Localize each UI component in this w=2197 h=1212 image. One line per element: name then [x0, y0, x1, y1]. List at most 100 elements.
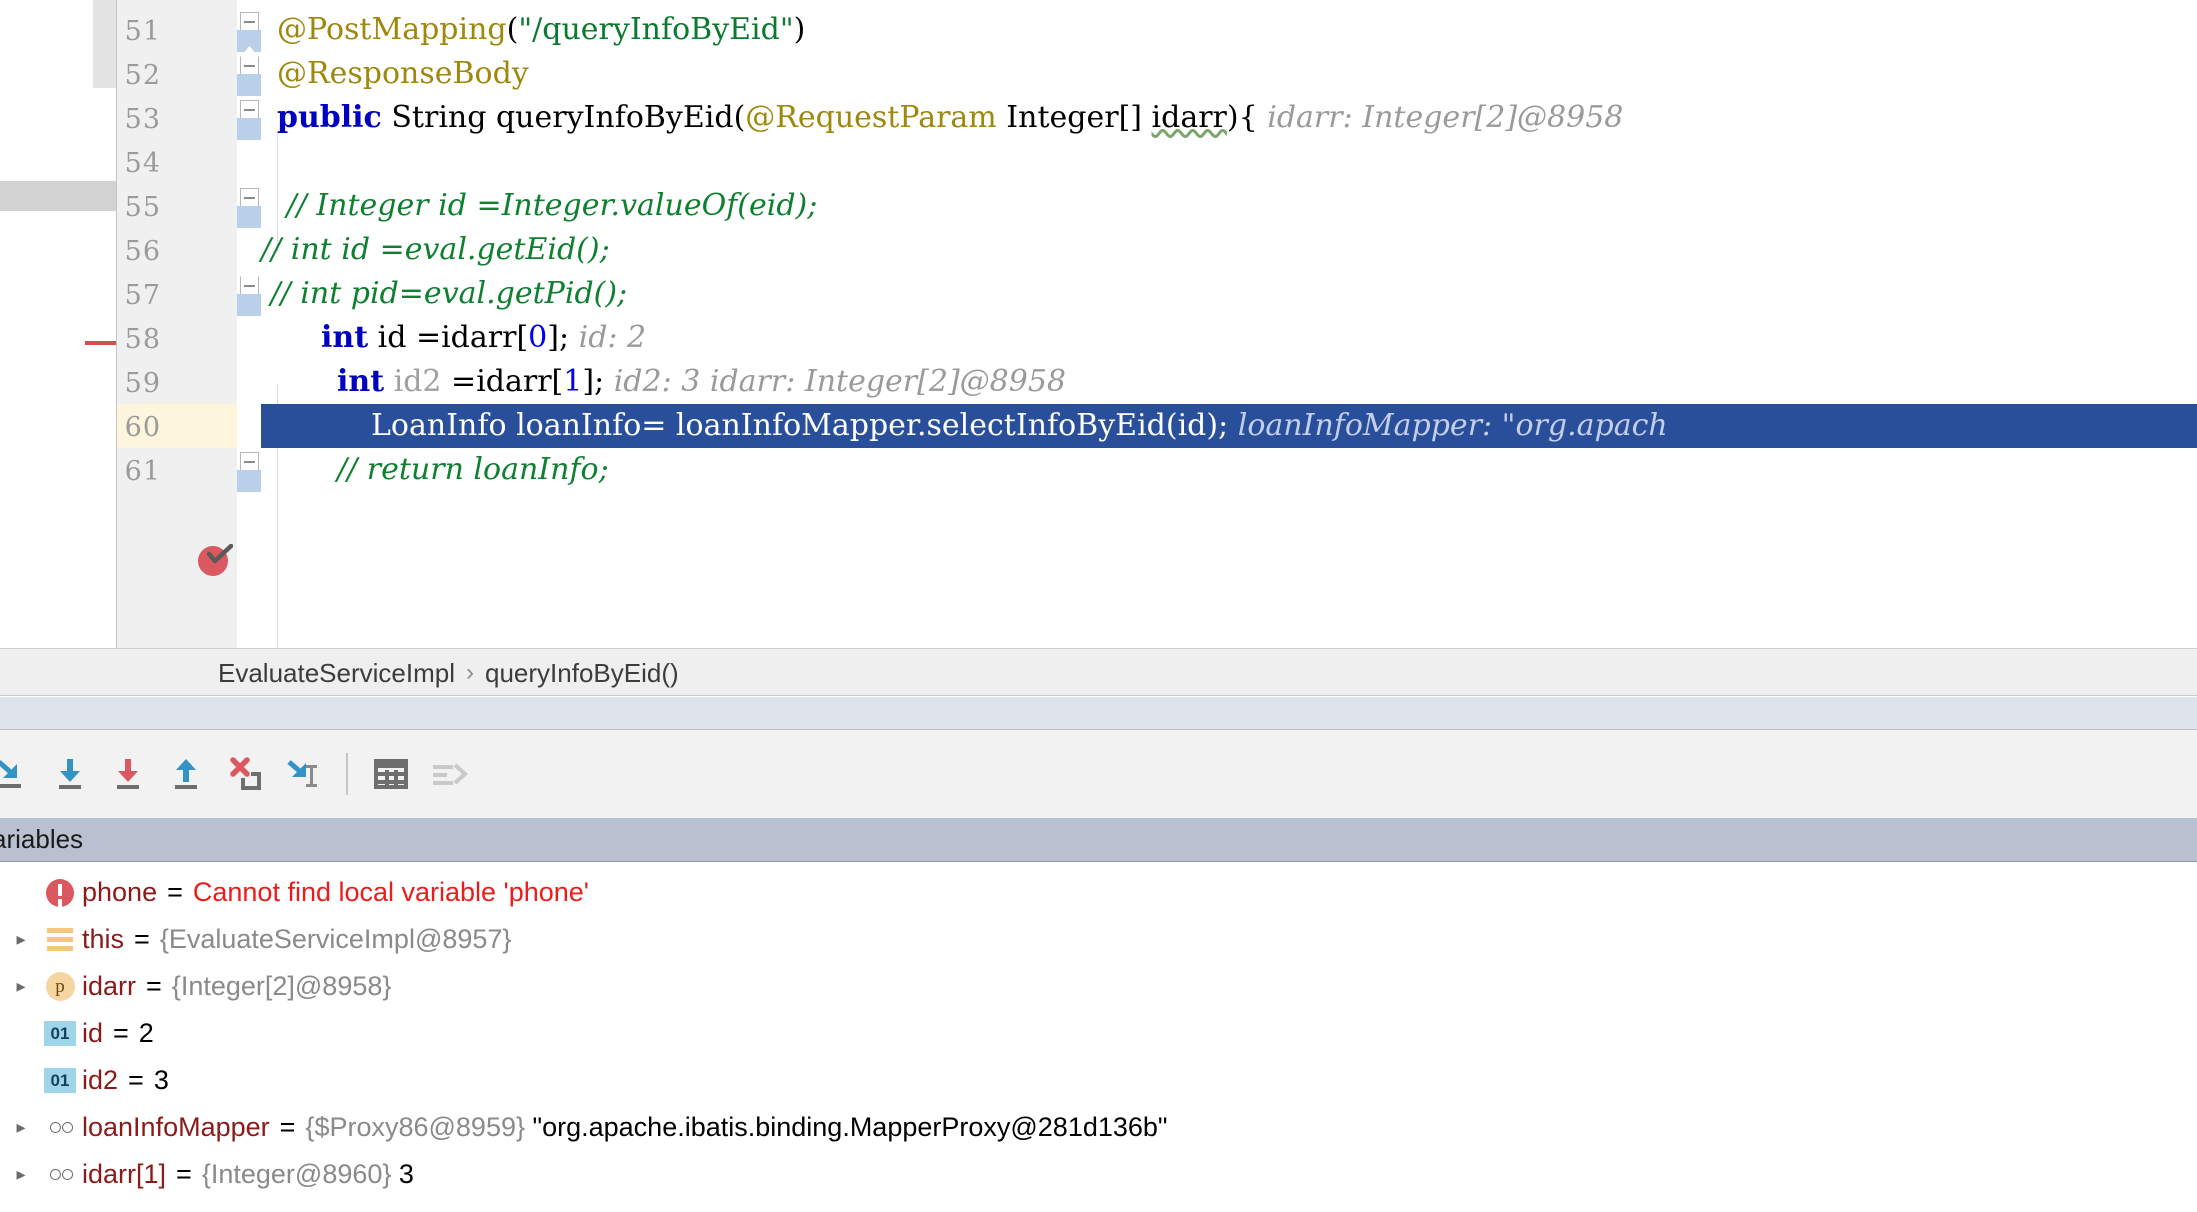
- gutter-line[interactable]: 56: [117, 228, 237, 272]
- breadcrumb-class[interactable]: EvaluateServiceImpl: [218, 658, 455, 689]
- show-execution-point-icon: [429, 754, 469, 794]
- breadcrumb[interactable]: EvaluateServiceImpl › queryInfoByEid(): [0, 648, 2197, 696]
- debugger-toolbar[interactable]: [0, 730, 2197, 818]
- object-reference-icon: ○○: [38, 1113, 82, 1142]
- gutter-line[interactable]: 53: [117, 96, 237, 140]
- panel-gap: [0, 697, 2197, 730]
- code-token: int: [337, 364, 384, 399]
- code-token: String queryInfoByEid(: [382, 100, 745, 135]
- fold-column[interactable]: [237, 0, 261, 648]
- breadcrumb-method[interactable]: queryInfoByEid(): [485, 658, 679, 689]
- fold-collapse-icon[interactable]: [240, 56, 259, 75]
- code-line[interactable]: @ResponseBody: [261, 52, 2197, 96]
- evaluate-expression-icon: [371, 754, 411, 794]
- variable-equals: =: [134, 924, 150, 955]
- drop-frame-button[interactable]: [216, 730, 274, 818]
- fold-collapse-icon[interactable]: [240, 12, 259, 31]
- line-number: 61: [125, 456, 161, 487]
- variable-equals: =: [113, 1018, 129, 1049]
- code-line[interactable]: // int pid=eval.getPid();: [261, 272, 2197, 316]
- variable-row[interactable]: ▸phone=Cannot find local variable 'phone…: [0, 869, 2197, 916]
- show-execution-point-button[interactable]: [420, 730, 478, 818]
- variable-row[interactable]: ▸pidarr={Integer[2]@8958}: [0, 963, 2197, 1010]
- evaluate-expression-button[interactable]: [362, 730, 420, 818]
- gutter-line[interactable]: 57: [117, 272, 237, 316]
- code-token: [384, 364, 394, 399]
- step-over-button[interactable]: [0, 730, 42, 818]
- run-to-cursor-button[interactable]: [274, 730, 332, 818]
- breakpoint-verified-check: [207, 544, 233, 564]
- variable-row[interactable]: ▸○○loanInfoMapper = {$Proxy86@8959} "org.a…: [0, 1104, 2197, 1151]
- gutter-line[interactable]: 60: [117, 404, 237, 448]
- fold-collapse-icon[interactable]: [240, 100, 259, 119]
- code-token: ){: [1227, 100, 1258, 135]
- code-token: // Integer id =Integer.valueOf(eid);: [277, 188, 817, 223]
- fold-collapse-icon[interactable]: [240, 188, 259, 207]
- error-icon: [38, 879, 82, 907]
- gutter-line[interactable]: 51: [117, 8, 237, 52]
- code-line[interactable]: // return loanInfo;: [261, 448, 2197, 492]
- code-token: // int pid=eval.getPid();: [261, 276, 627, 311]
- line-number: 52: [125, 60, 161, 91]
- code-line[interactable]: int id =idarr[0]; id: 2: [261, 316, 2197, 360]
- step-out-button[interactable]: [158, 730, 216, 818]
- code-token: =idarr[: [442, 364, 564, 399]
- this-object-icon: [38, 928, 82, 952]
- toolbar-separator: [346, 753, 348, 795]
- code-line[interactable]: @PostMapping("/queryInfoByEid"): [261, 8, 2197, 52]
- line-number: 59: [125, 368, 161, 399]
- gutter-line[interactable]: 52: [117, 52, 237, 96]
- expand-arrow-icon[interactable]: ▸: [4, 929, 38, 950]
- force-step-into-button[interactable]: [100, 730, 158, 818]
- variable-row[interactable]: ▸this={EvaluateServiceImpl@8957}: [0, 916, 2197, 963]
- fold-region-bar: [237, 118, 261, 140]
- expand-spacer: ▸: [4, 1070, 38, 1091]
- code-line[interactable]: // Integer id =Integer.valueOf(eid);: [261, 184, 2197, 228]
- fold-region-bar: [237, 74, 261, 96]
- step-into-icon: [51, 754, 91, 794]
- variables-panel-header[interactable]: ariables: [0, 818, 2197, 862]
- variable-row[interactable]: ▸○○idarr[1]={Integer@8960} 3: [0, 1151, 2197, 1198]
- variable-row[interactable]: ▸01id=2: [0, 1010, 2197, 1057]
- gutter-line[interactable]: 58: [117, 316, 237, 360]
- gutter-line[interactable]: 55: [117, 184, 237, 228]
- variable-equals: =: [176, 1159, 192, 1190]
- variable-name: idarr: [82, 971, 136, 1002]
- code-line[interactable]: int id2 =idarr[1]; id2: 3 idarr: Integer…: [261, 360, 2197, 404]
- step-into-button[interactable]: [42, 730, 100, 818]
- expand-arrow-icon[interactable]: ▸: [4, 1117, 38, 1138]
- gutter-line[interactable]: 59: [117, 360, 237, 404]
- gutter-line[interactable]: 54: [117, 140, 237, 184]
- inline-debug-hint: id: 2: [569, 320, 646, 355]
- variables-tree[interactable]: ▸phone=Cannot find local variable 'phone…: [0, 863, 2197, 1212]
- expand-arrow-icon[interactable]: ▸: [4, 976, 38, 997]
- variable-row[interactable]: ▸01id2=3: [0, 1057, 2197, 1104]
- code-token: Integer[]: [997, 100, 1152, 135]
- code-token: "/queryInfoByEid": [518, 12, 793, 47]
- variable-name: id: [82, 1018, 103, 1049]
- variable-name: loanInfoMapper: [82, 1112, 270, 1143]
- variable-value: {$Proxy86@8959} "org.apache.ibatis.bindi…: [305, 1112, 1167, 1143]
- code-line[interactable]: [261, 140, 2197, 184]
- code-line[interactable]: public String queryInfoByEid(@RequestPar…: [261, 96, 2197, 140]
- error-stripe-marker[interactable]: [85, 341, 117, 345]
- variables-tab-label[interactable]: ariables: [0, 824, 83, 855]
- code-token: @RequestParam: [745, 100, 996, 135]
- variable-value: {EvaluateServiceImpl@8957}: [160, 924, 512, 955]
- code-editor[interactable]: 51 52 535455565758 59 60 61 @PostMapping("/qu…: [0, 0, 2197, 672]
- breakpoint-icon[interactable]: [198, 544, 232, 578]
- code-text-area[interactable]: @PostMapping("/queryInfoByEid")@Response…: [261, 0, 2197, 648]
- code-token: ];: [547, 320, 569, 355]
- variable-value: {Integer[2]@8958}: [172, 971, 392, 1002]
- expand-arrow-icon[interactable]: ▸: [4, 1164, 38, 1185]
- code-line[interactable]: LoanInfo loanInfo= loanInfoMapper.select…: [261, 404, 2197, 448]
- code-line[interactable]: // int id =eval.getEid();: [261, 228, 2197, 272]
- variable-equals: =: [280, 1112, 296, 1143]
- code-token: // int id =eval.getEid();: [261, 232, 610, 267]
- variable-name: idarr[1]: [82, 1159, 166, 1190]
- variable-equals: =: [167, 877, 183, 908]
- fold-collapse-icon[interactable]: [240, 276, 259, 295]
- gutter-line[interactable]: 61: [117, 448, 237, 492]
- fold-collapse-icon[interactable]: [240, 452, 259, 471]
- inline-debug-hint: id2: 3 idarr: Integer[2]@8958: [604, 364, 1066, 399]
